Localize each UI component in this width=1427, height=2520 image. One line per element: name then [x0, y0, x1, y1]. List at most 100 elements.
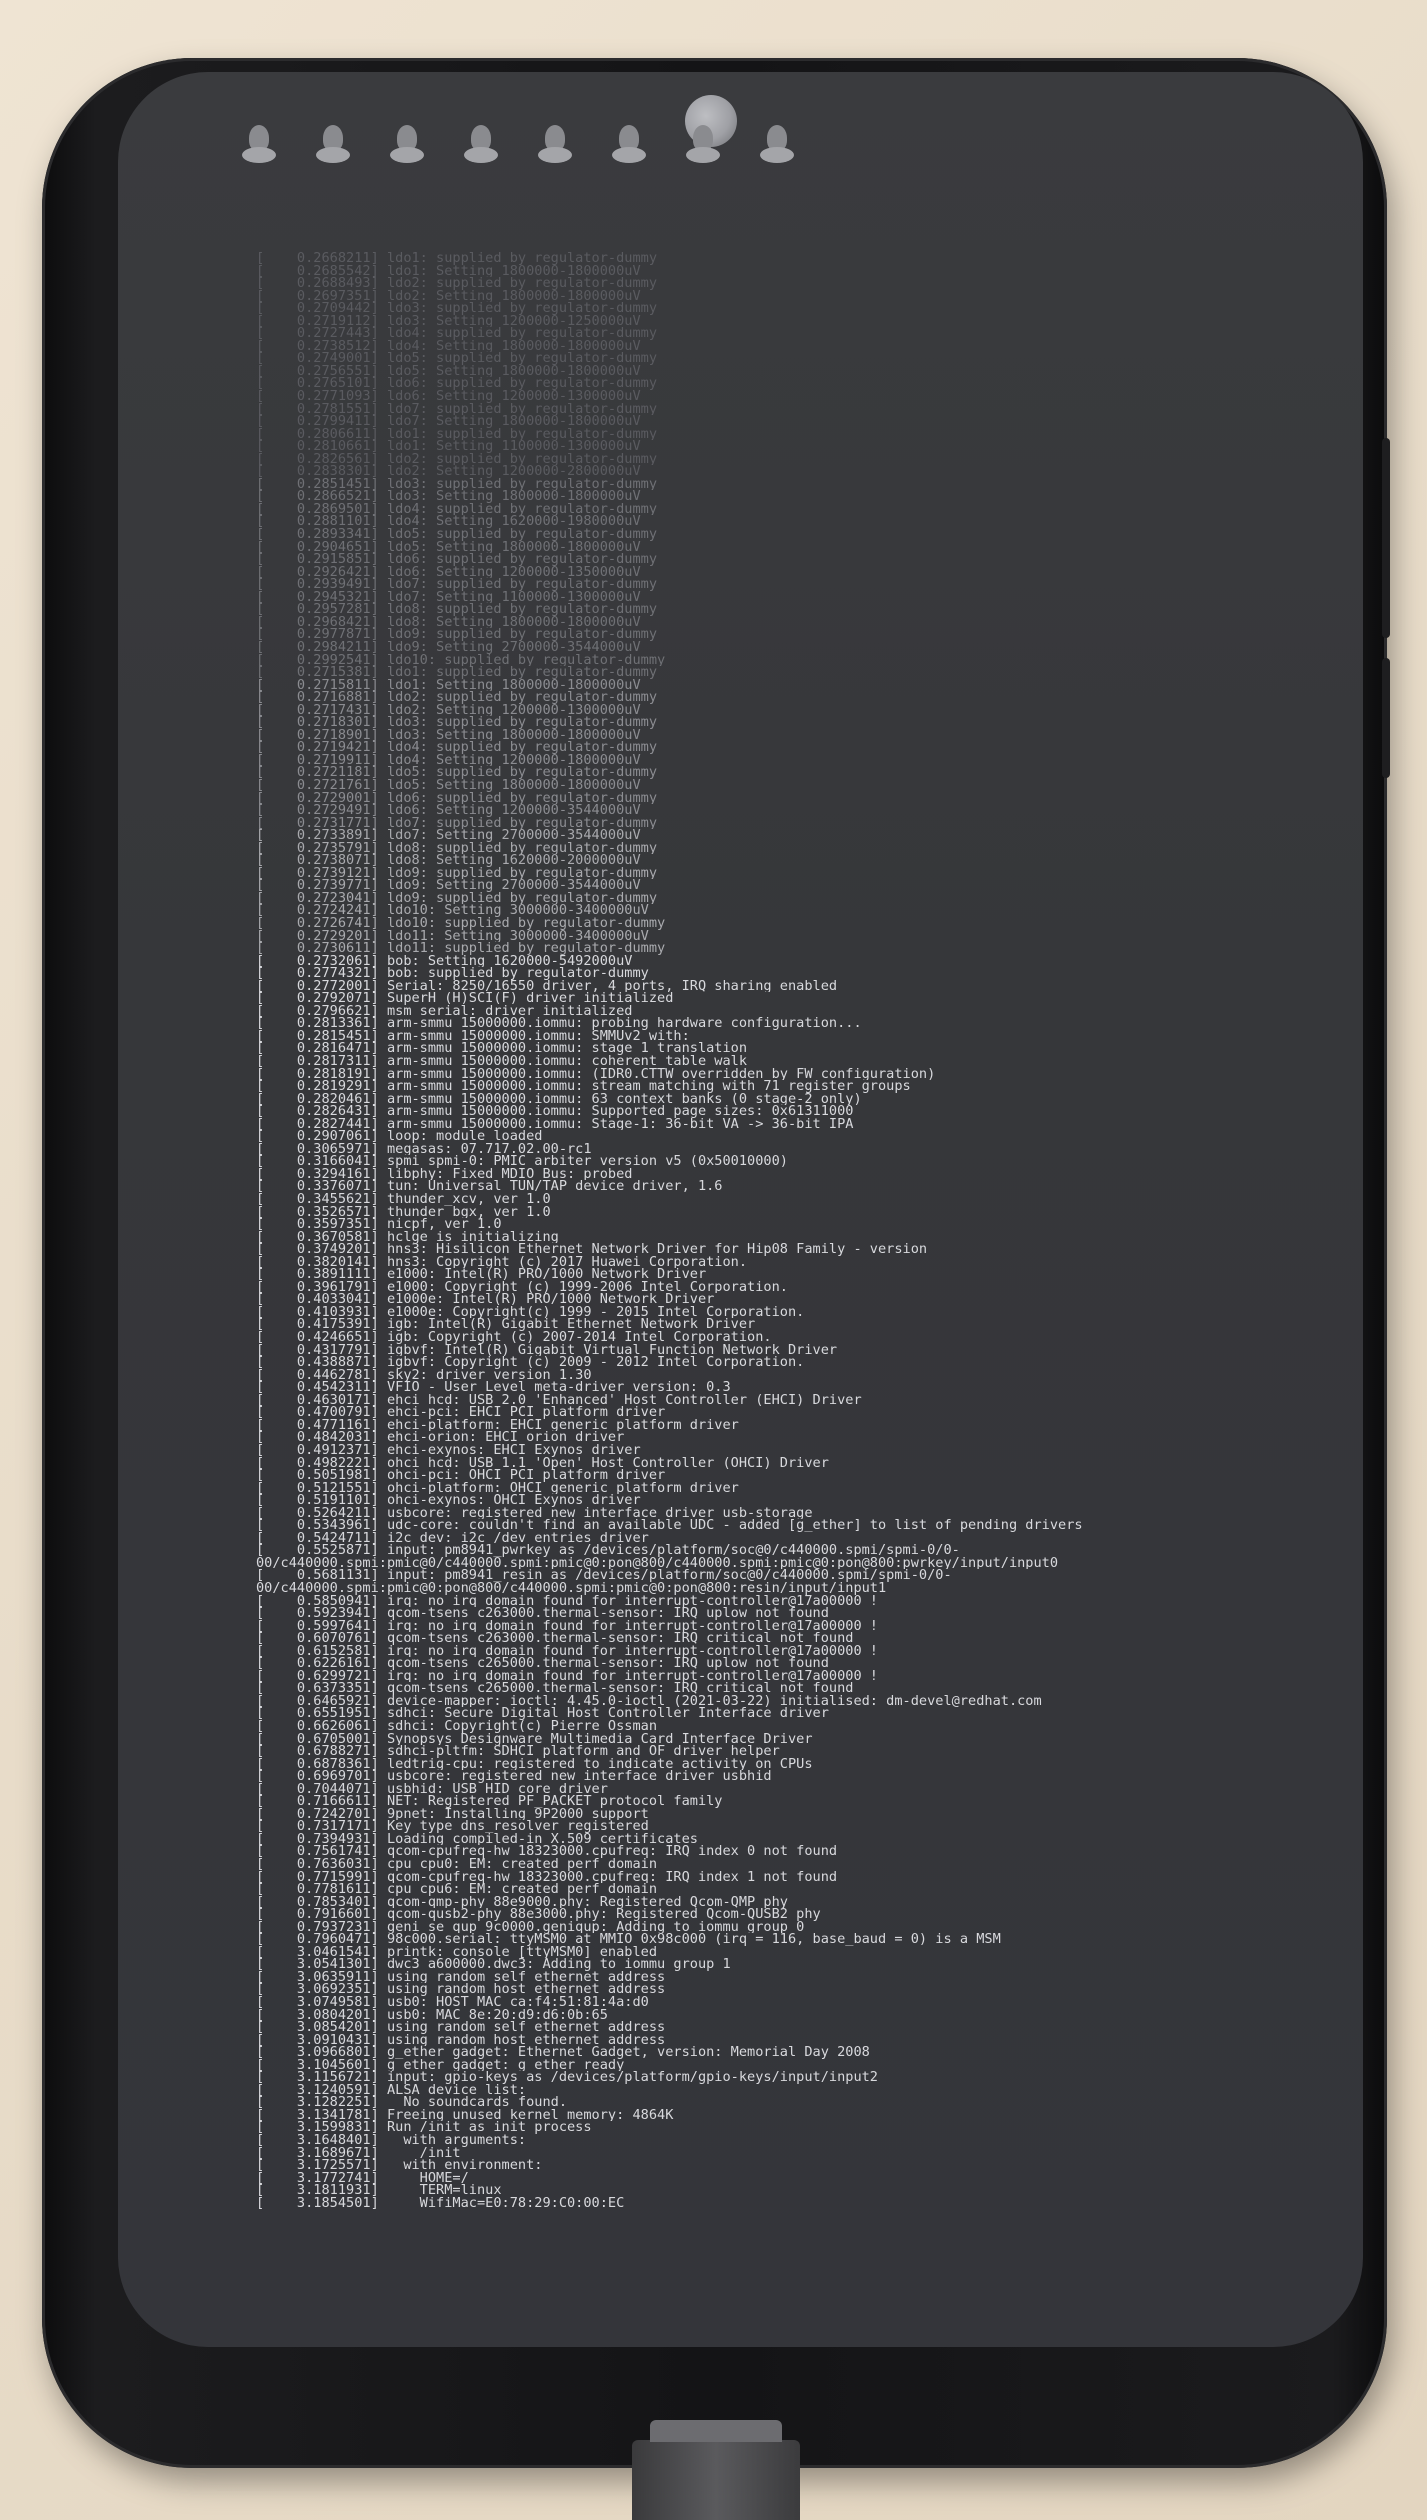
log-line: [ 0.2697351] ldo2: Setting 1800000-18000… [256, 289, 641, 303]
log-line: [ 0.2893341] ldo5: supplied by regulator… [256, 528, 658, 541]
log-line: [ 0.2718901] ldo3: Setting 1800000-18000… [256, 728, 641, 742]
log-line: [ 3.0966801] g_ether gadget: Ethernet Ga… [256, 2046, 870, 2059]
log-line: [ 0.2851451] ldo3: supplied by regulator… [256, 477, 658, 491]
log-line: [ 0.6299721] irq: no irq domain found fo… [256, 1669, 878, 1683]
log-line: [ 0.2799411] ldo7: Setting 1800000-18000… [256, 415, 641, 428]
log-line: [ 0.2730611] ldo11: supplied by regulato… [256, 942, 666, 955]
log-line: [ 0.2881101] ldo4: Setting 1620000-19800… [256, 515, 641, 529]
log-line: [ 0.2838301] ldo2: Setting 1200000-28000… [256, 465, 641, 478]
log-line: [ 0.3670581] hclge is initializing [256, 1230, 559, 1244]
log-line: [ 0.2806611] ldo1: supplied by regulator… [256, 427, 658, 441]
log-line: [ 0.6788271] sdhci-pltfm: SDHCI platform… [256, 1745, 780, 1758]
log-line: [ 3.0804201] usb0: MAC 8e:20:d9:d6:0b:65 [256, 2008, 608, 2022]
log-line: [ 0.7715991] qcom-cpufreq-hw 18323000.cp… [256, 1870, 838, 1884]
log-line: [ 0.2724241] ldo10: Setting 3000000-3400… [256, 904, 649, 917]
log-line: [ 0.2826561] ldo2: supplied by regulator… [256, 452, 658, 466]
log-line: [ 0.2731771] ldo7: supplied by regulator… [256, 816, 658, 830]
log-line: [ 0.5681131] input: pm8941_resin as /dev… [256, 1569, 952, 1595]
log-line: [ 3.1689671] /init [256, 2146, 461, 2160]
log-line: [ 0.2719421] ldo4: supplied by regulator… [256, 741, 658, 754]
log-line: [ 3.1045601] g_ether gadget: g_ether rea… [256, 2058, 625, 2072]
log-line: [ 0.2820461] arm-smmu 15000000.iommu: 63… [256, 1092, 862, 1106]
log-line: [ 3.1854501] WifiMac=E0:78:29:C0:00:EC [256, 2196, 625, 2210]
log-line: [ 3.1341781] Freeing unused kernel memor… [256, 2108, 674, 2122]
log-line: [ 3.1811931] TERM=linux [256, 2184, 502, 2197]
log-line: [ 0.7853401] qcom-qmp-phy 88e9000.phy: R… [256, 1895, 788, 1909]
log-line: [ 0.2723041] ldo9: supplied by regulator… [256, 891, 658, 905]
log-line: [ 0.2815451] arm-smmu 15000000.iommu: SM… [256, 1029, 690, 1043]
log-line: [ 3.0854201] using random self ethernet … [256, 2021, 666, 2034]
log-line: [ 0.2719911] ldo4: Setting 1200000-18000… [256, 753, 641, 767]
log-line: [ 0.2727443] ldo4: supplied by regulator… [256, 327, 658, 340]
log-line: [ 0.7166611] NET: Registered PF_PACKET p… [256, 1795, 723, 1808]
log-line: [ 0.2715811] ldo1: Setting 1800000-18000… [256, 678, 641, 692]
log-line: [ 0.2869501] ldo4: supplied by regulator… [256, 502, 658, 516]
log-line: [ 0.4462781] sky2: driver version 1.30 [256, 1368, 592, 1382]
log-line: [ 0.2907061] loop: module loaded [256, 1130, 543, 1143]
log-line: [ 0.2957281] ldo8: supplied by regulator… [256, 603, 658, 616]
log-line: [ 0.5191101] ohci-exynos: OHCI Exynos dr… [256, 1494, 641, 1507]
log-line: [ 0.6626061] sdhci: Copyright(c) Pierre … [256, 1719, 658, 1733]
log-line: [ 0.5424711] i2c_dev: i2c /dev entries d… [256, 1531, 649, 1545]
log-line: [ 0.4246651] igb: Copyright (c) 2007-201… [256, 1331, 772, 1344]
log-line: [ 0.4033041] e1000e: Intel(R) PRO/1000 N… [256, 1293, 715, 1306]
log-line: [ 0.2721761] ldo5: Setting 1800000-18000… [256, 778, 641, 792]
log-line: [ 0.3065971] megasas: 07.717.02.00-rc1 [256, 1142, 592, 1156]
log-line: [ 0.7960471] 98c000.serial: ttyMSM0 at M… [256, 1933, 1001, 1946]
log-line: [ 0.2717431] ldo2: Setting 1200000-13000… [256, 703, 641, 717]
log-line: [ 0.2726741] ldo10: supplied by regulato… [256, 916, 666, 930]
log-line: [ 3.0910431] using random host ethernet … [256, 2033, 666, 2047]
log-line: [ 0.4317791] igbvf: Intel(R) Gigabit Vir… [256, 1343, 838, 1357]
log-line: [ 0.5264211] usbcore: registered new int… [256, 1506, 813, 1520]
log-line: [ 0.2718301] ldo3: supplied by regulator… [256, 716, 658, 729]
tux-penguin-icon [240, 125, 278, 167]
log-line: [ 0.2945321] ldo7: Setting 1100000-13000… [256, 590, 641, 604]
log-line: [ 0.3376071] tun: Universal TUN/TAP devi… [256, 1180, 723, 1194]
log-line: [ 0.2709442] ldo3: supplied by regulator… [256, 302, 658, 315]
log-line: [ 0.2739121] ldo9: supplied by regulator… [256, 866, 658, 880]
log-line: [ 0.2781551] ldo7: supplied by regulator… [256, 402, 658, 416]
log-line: [ 0.2729201] ldo11: Setting 3000000-3400… [256, 929, 649, 943]
log-line: [ 0.2939491] ldo7: supplied by regulator… [256, 578, 658, 591]
log-line: [ 0.7781611] cpu cpu6: EM: created perf … [256, 1883, 658, 1896]
log-line: [ 0.3820141] hns3: Copyright (c) 2017 Hu… [256, 1255, 748, 1269]
usb-cable [632, 2420, 800, 2520]
log-line: [ 3.1772741] HOME=/ [256, 2171, 469, 2185]
log-line: [ 0.5343961] udc-core: couldn't find an … [256, 1519, 1083, 1532]
log-line: [ 0.7937231] geni_se_qup 9c0000.geniqup:… [256, 1920, 805, 1934]
log-line: [ 0.6878361] ledtrig-cpu: registered to … [256, 1757, 813, 1771]
log-line: [ 0.2668211] ldo1: supplied by regulator… [256, 252, 658, 265]
log-line: [ 0.4542311] VFIO - User Level meta-driv… [256, 1381, 731, 1394]
log-line: [ 0.3294161] libphy: Fixed MDIO Bus: pro… [256, 1167, 633, 1181]
log-line: [ 0.4175391] igb: Intel(R) Gigabit Ether… [256, 1318, 756, 1332]
log-line: [ 3.1648401] with arguments: [256, 2134, 527, 2147]
log-line: [ 0.2904651] ldo5: Setting 1800000-18000… [256, 540, 641, 554]
log-line: [ 0.5051981] ohci-pci: OHCI PCI platform… [256, 1469, 666, 1482]
log-line: [ 0.7044071] usbhid: USB HID core driver [256, 1782, 608, 1796]
log-line: [ 0.2984211] ldo9: Setting 2700000-35440… [256, 640, 641, 654]
tux-penguin-icon [758, 125, 796, 167]
log-line: [ 3.1725571] with environment: [256, 2159, 543, 2172]
log-line: [ 0.4103931] e1000e: Copyright(c) 1999 -… [256, 1305, 805, 1319]
log-line: [ 0.4982221] ohci_hcd: USB 1.1 'Open' Ho… [256, 1456, 829, 1470]
log-line: [ 0.4842031] ehci-orion: EHCI orion driv… [256, 1431, 625, 1444]
log-line: [ 3.1156721] input: gpio-keys as /device… [256, 2071, 878, 2084]
log-line: [ 0.2818191] arm-smmu 15000000.iommu: (I… [256, 1067, 936, 1081]
log-line: [ 0.6373351] qcom-tsens c265000.thermal-… [256, 1682, 854, 1695]
log-line: [ 0.3526571] thunder_bgx, ver 1.0 [256, 1205, 551, 1219]
log-line: [ 0.2729491] ldo6: Setting 1200000-35440… [256, 804, 641, 817]
log-line: [ 3.0749581] usb0: HOST MAC ca:f4:51:81:… [256, 1996, 649, 2009]
log-line: [ 3.1599831] Run /init as init process [256, 2121, 592, 2135]
log-line: [ 0.3961791] e1000: Copyright (c) 1999-2… [256, 1280, 788, 1294]
tux-penguin-icon [536, 125, 574, 167]
log-line: [ 0.7636031] cpu cpu0: EM: created perf … [256, 1858, 658, 1871]
log-line: [ 0.2817311] arm-smmu 15000000.iommu: co… [256, 1055, 748, 1068]
log-line: [ 0.2738512] ldo4: Setting 1800000-18000… [256, 339, 641, 353]
log-line: [ 0.3749201] hns3: Hisilicon Ethernet Ne… [256, 1243, 928, 1256]
log-line: [ 0.2765101] ldo6: supplied by regulator… [256, 377, 658, 391]
log-line: [ 0.6070761] qcom-tsens c263000.thermal-… [256, 1632, 854, 1645]
log-line: [ 0.6465921] device-mapper: ioctl: 4.45.… [256, 1694, 1042, 1708]
log-line: [ 0.2756551] ldo5: Setting 1800000-18000… [256, 364, 641, 378]
log-line: [ 0.6152581] irq: no irq domain found fo… [256, 1644, 878, 1658]
tux-penguin-icon [388, 125, 426, 167]
